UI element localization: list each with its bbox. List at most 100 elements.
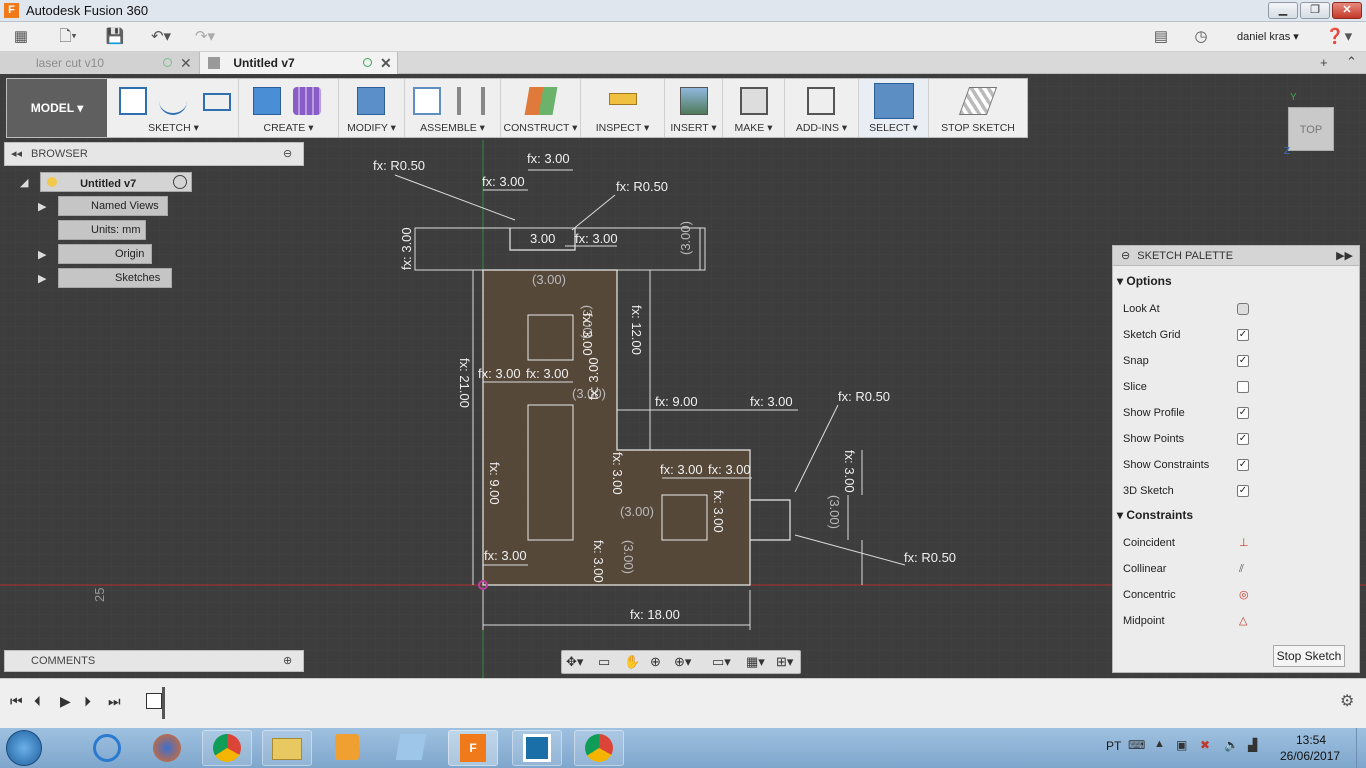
viewports-icon[interactable]: ⊞▾ [776,654,793,670]
notifications-icon[interactable]: ▤ [1150,27,1172,47]
expand-root-icon[interactable]: ◢ [20,176,28,189]
slice-checkbox[interactable] [1237,381,1249,393]
step-back-icon[interactable]: ⏴ [34,693,41,710]
go-to-start-icon[interactable]: ⏮ [10,693,23,710]
display-settings-icon[interactable]: ▭▾ [712,654,731,670]
workspace-switcher[interactable]: MODEL ▾ [7,79,107,137]
coincident-icon[interactable]: ⊥ [1239,530,1249,556]
inspect-menu[interactable]: INSPECT ▾ [581,79,665,137]
play-icon[interactable]: ▶ [60,693,71,710]
option-slice[interactable]: Slice [1123,374,1351,400]
volume-icon[interactable]: 🔈 [1224,738,1239,752]
options-section-header[interactable]: ▾ Options [1117,274,1172,288]
add-ins-menu[interactable]: ADD-INS ▾ [785,79,859,137]
option-sketch-grid[interactable]: Sketch Grid ✓ [1123,322,1351,348]
orbit-icon[interactable]: ✥▾ [566,654,583,670]
language-indicator[interactable]: PT [1106,739,1121,753]
internet-explorer-icon[interactable] [82,730,132,766]
network-warning-icon[interactable]: ✖ [1200,738,1210,752]
signal-icon[interactable]: ▟ [1248,738,1257,752]
comments-panel[interactable]: COMMENTS ⊕ [4,650,304,672]
browser-item-units[interactable]: Units: mm [58,220,146,240]
option-show-constraints[interactable]: Show Constraints ✓ [1123,452,1351,478]
viewcube[interactable]: TOP [1288,107,1334,151]
snap-checkbox[interactable]: ✓ [1237,355,1249,367]
add-comment-icon[interactable]: ⊕ [283,651,292,671]
select-icon[interactable] [874,83,914,119]
expand-named-views-icon[interactable]: ▶ [38,200,46,213]
step-forward-icon[interactable]: ⏵ [84,693,91,710]
job-status-clock-icon[interactable]: ◷ [1190,27,1212,47]
chrome-window-icon[interactable] [574,730,624,766]
construct-menu[interactable]: CONSTRUCT ▾ [501,79,581,137]
select-menu[interactable]: SELECT ▾ [859,79,929,137]
modify-menu[interactable]: MODIFY ▾ [339,79,405,137]
redo-icon[interactable]: ↷▾ [188,27,222,47]
maximize-button[interactable]: ❐ [1300,2,1330,19]
close-tab-icon[interactable]: ✕ [380,52,392,74]
scripts-icon[interactable] [807,87,835,115]
browser-panel[interactable]: ◂◂ BROWSER ⊖ [4,142,304,166]
go-to-end-icon[interactable]: ⏭ [108,693,121,710]
3d-sketch-checkbox[interactable]: ✓ [1237,485,1249,497]
show-points-checkbox[interactable]: ✓ [1237,433,1249,445]
show-profile-checkbox[interactable]: ✓ [1237,407,1249,419]
stop-sketch-palette-button[interactable]: Stop Sketch [1273,645,1345,667]
assemble-menu[interactable]: ASSEMBLE ▾ [405,79,501,137]
option-show-profile[interactable]: Show Profile ✓ [1123,400,1351,426]
new-component-icon[interactable] [413,87,441,115]
show-hidden-icons-icon[interactable]: ▲ [1154,738,1165,750]
joint-icon[interactable] [457,87,485,115]
3d-print-icon[interactable] [740,87,768,115]
fusion-360-taskbar-icon[interactable]: F [448,730,498,766]
close-tab-icon[interactable]: ✕ [180,52,192,74]
tab-list-chevron-icon[interactable]: ⌃ [1346,54,1357,70]
tab-laser-cut[interactable]: laser cut v10 ✕ [0,52,200,74]
sketch-menu[interactable]: SKETCH ▾ [109,79,239,137]
constraint-concentric[interactable]: Concentric ◎ [1123,582,1351,608]
start-button[interactable] [6,730,42,766]
constraint-coincident[interactable]: Coincident ⊥ [1123,530,1351,556]
insert-menu[interactable]: INSERT ▾ [665,79,723,137]
clock-time[interactable]: 13:54 [1296,733,1326,747]
zoom-window-icon[interactable]: ⊕▾ [674,654,691,670]
create-menu[interactable]: CREATE ▾ [239,79,339,137]
activate-radio-icon[interactable] [173,175,187,189]
midpoint-icon[interactable]: △ [1239,608,1247,634]
concentric-icon[interactable]: ◎ [1239,582,1249,608]
look-at-nav-icon[interactable]: ▭ [598,654,610,670]
timeline-settings-gear-icon[interactable]: ⚙ [1340,691,1354,711]
file-explorer-icon[interactable] [262,730,312,766]
minimize-button[interactable]: ▁ [1268,2,1298,19]
notes-app-icon[interactable] [386,730,436,766]
sketch-palette-header[interactable]: ⊖ SKETCH PALETTE ▶▶ [1113,246,1359,266]
palette-collapse-icon[interactable]: ⊖ [1121,250,1130,262]
collinear-icon[interactable]: ⫽ [1239,556,1244,582]
browser-item-sketches[interactable]: Sketches [58,268,172,288]
undo-icon[interactable]: ↶▾ [144,27,178,47]
grid-settings-icon[interactable]: ▦▾ [746,654,765,670]
press-pull-icon[interactable] [357,87,385,115]
pan-icon[interactable]: ✋ [624,654,640,670]
constraint-midpoint[interactable]: Midpoint △ [1123,608,1351,634]
stop-sketch-button[interactable]: STOP SKETCH [929,79,1027,137]
insert-image-icon[interactable] [680,87,708,115]
help-icon[interactable]: ❓▾ [1322,27,1356,47]
save-icon[interactable]: 💾 [104,27,126,47]
expand-origin-icon[interactable]: ▶ [38,248,46,261]
firefox-icon[interactable] [142,730,192,766]
form-icon[interactable] [293,87,321,115]
stop-sketch-icon[interactable] [958,87,998,115]
browser-item-named-views[interactable]: Named Views [58,196,168,216]
create-sketch-icon[interactable] [119,87,147,115]
close-button[interactable]: ✕ [1332,2,1362,19]
look-at-icon[interactable] [1237,303,1249,315]
option-show-points[interactable]: Show Points ✓ [1123,426,1351,452]
media-player-icon[interactable] [322,730,372,766]
expand-sketches-icon[interactable]: ▶ [38,272,46,285]
device-icon[interactable]: ▣ [1176,738,1187,752]
spline-icon[interactable] [159,87,187,115]
clock-date[interactable]: 26/06/2017 [1280,749,1340,763]
zoom-icon[interactable]: ⊕ [650,654,661,670]
pinned-app-icon[interactable] [512,730,562,766]
